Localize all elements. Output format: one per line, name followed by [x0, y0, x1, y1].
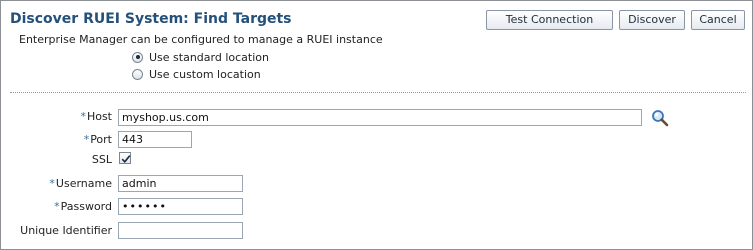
password-label: *Password — [6, 200, 112, 213]
radio-label-standard: Use standard location — [149, 50, 269, 64]
radio-label-custom: Use custom location — [149, 67, 261, 81]
port-label-text: Port — [90, 133, 112, 146]
radio-button-unselected[interactable] — [132, 68, 143, 80]
ssl-label: SSL — [6, 153, 112, 166]
username-input[interactable] — [118, 175, 243, 192]
required-marker: * — [80, 110, 86, 123]
section-divider — [10, 92, 746, 93]
discover-button[interactable]: Discover — [619, 10, 685, 30]
host-label: *Host — [6, 110, 112, 123]
radio-custom-location[interactable]: Use custom location — [132, 67, 261, 81]
page-title: Discover RUEI System: Find Targets — [10, 11, 292, 27]
radio-standard-location[interactable]: Use standard location — [132, 50, 269, 64]
host-input[interactable] — [118, 109, 642, 126]
username-label: *Username — [6, 177, 112, 190]
ssl-label-text: SSL — [91, 153, 112, 166]
radio-button-selected[interactable] — [132, 51, 143, 63]
ssl-checkbox[interactable] — [119, 152, 131, 164]
page-subtitle: Enterprise Manager can be configured to … — [19, 33, 383, 46]
unique-identifier-label-text: Unique Identifier — [20, 224, 112, 237]
port-label: *Port — [6, 133, 112, 146]
password-label-text: Password — [60, 200, 112, 213]
search-icon[interactable] — [651, 109, 669, 127]
checkmark-icon — [121, 155, 131, 163]
unique-identifier-input[interactable] — [118, 222, 243, 239]
port-input[interactable] — [118, 131, 192, 148]
test-connection-button[interactable]: Test Connection — [486, 10, 613, 30]
cancel-button[interactable]: Cancel — [691, 10, 745, 30]
required-marker: * — [49, 177, 55, 190]
password-input[interactable] — [118, 198, 243, 215]
unique-identifier-label: Unique Identifier — [6, 224, 112, 237]
required-marker: * — [54, 200, 60, 213]
required-marker: * — [83, 133, 90, 146]
host-label-text: Host — [86, 110, 112, 123]
username-label-text: Username — [55, 177, 112, 190]
dialog-frame: Discover RUEI System: Find Targets Test … — [0, 0, 753, 250]
